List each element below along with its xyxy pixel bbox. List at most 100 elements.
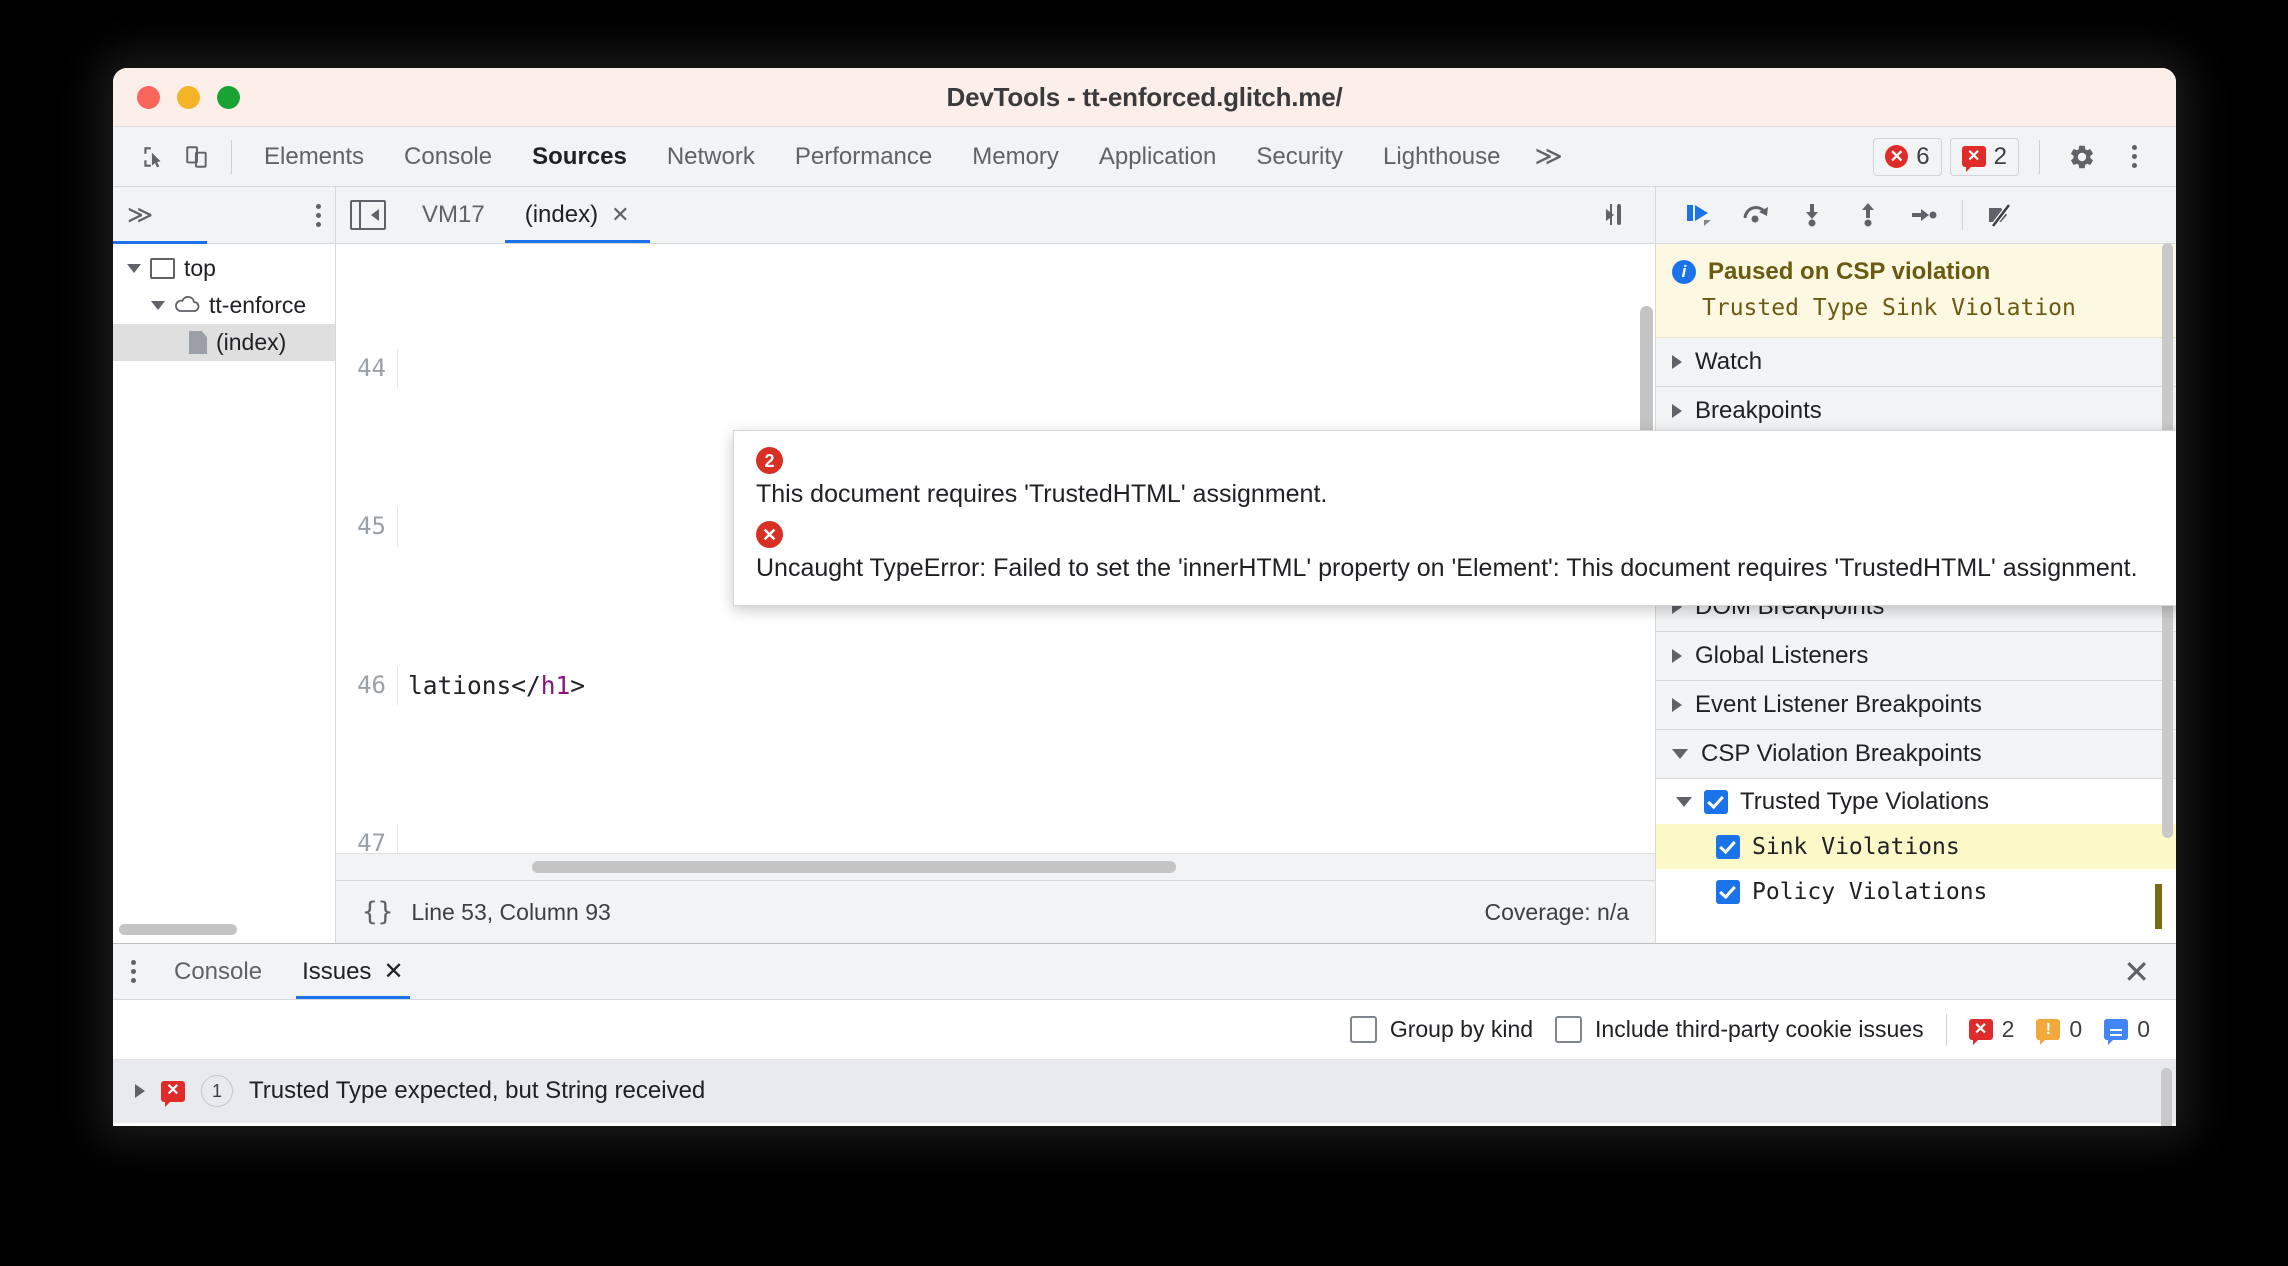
tab-sources[interactable]: Sources: [512, 127, 647, 186]
inspect-cursor-icon[interactable]: [131, 135, 175, 179]
navigator-kebab-menu-icon[interactable]: [316, 203, 321, 227]
close-drawer-icon[interactable]: ✕: [2123, 953, 2176, 991]
include-third-party-cookie-issues-checkbox[interactable]: Include third-party cookie issues: [1555, 1016, 1924, 1044]
close-icon[interactable]: ✕: [383, 957, 403, 986]
editor-tab-vm17[interactable]: VM17: [402, 187, 505, 243]
tab-performance[interactable]: Performance: [775, 127, 952, 186]
issues-vertical-scrollbar[interactable]: [2161, 1068, 2172, 1126]
frame-icon: [150, 258, 175, 279]
editor-tab-label: VM17: [422, 201, 485, 228]
tab-memory[interactable]: Memory: [952, 127, 1079, 186]
section-csp-violation-breakpoints[interactable]: CSP Violation Breakpoints: [1656, 730, 2176, 779]
section-label: Watch: [1695, 348, 1763, 375]
section-breakpoints[interactable]: Breakpoints: [1656, 387, 2176, 436]
drawer-tab-label: Issues: [302, 957, 372, 985]
group-by-kind-checkbox[interactable]: Group by kind: [1349, 1016, 1533, 1044]
drawer-tab-console[interactable]: Console: [154, 944, 282, 999]
tree-node-index[interactable]: (index): [113, 324, 335, 361]
section-label: CSP Violation Breakpoints: [1701, 740, 1982, 767]
pretty-print-icon[interactable]: {}: [362, 897, 393, 927]
checkbox-unchecked-icon[interactable]: [1555, 1016, 1583, 1044]
tree-node-domain[interactable]: tt-enforce: [113, 287, 335, 324]
file-tree: top tt-enforce (index): [113, 244, 335, 361]
issue-row[interactable]: ✕ 1 Trusted Type expected, but String re…: [113, 1060, 2176, 1123]
gear-icon[interactable]: [2060, 135, 2104, 179]
code-line: 46 lations</h1>: [336, 665, 1655, 706]
section-event-listener-breakpoints[interactable]: Event Listener Breakpoints: [1656, 681, 2176, 730]
section-global-listeners[interactable]: Global Listeners: [1656, 632, 2176, 681]
issues-badge[interactable]: ✕ 2: [1949, 137, 2019, 176]
breakpoint-sink-violations[interactable]: Sink Violations: [1656, 824, 2176, 869]
expand-triangle-icon[interactable]: [1672, 355, 1682, 369]
navigator-more-icon[interactable]: ≫: [127, 200, 153, 230]
collapse-triangle-icon[interactable]: [1676, 796, 1692, 807]
drawer-kebab-menu-icon[interactable]: [131, 960, 136, 984]
issues-toolbar-divider: [1945, 1013, 1947, 1046]
breakpoint-label: Policy Violations: [1752, 878, 1988, 905]
breakpoint-trusted-type-violations[interactable]: Trusted Type Violations: [1656, 779, 2176, 824]
editor-tab-index[interactable]: (index) ✕: [504, 187, 650, 243]
expand-triangle-icon[interactable]: [135, 1084, 145, 1098]
paused-title: Paused on CSP violation: [1708, 258, 1991, 285]
drawer-tab-issues[interactable]: Issues ✕: [282, 944, 423, 1000]
cloud-icon: [174, 292, 200, 319]
tab-console[interactable]: Console: [384, 127, 512, 186]
section-label: Event Listener Breakpoints: [1695, 691, 1982, 718]
expand-triangle-icon[interactable]: [1672, 404, 1682, 418]
checkbox-trusted-type-violations[interactable]: [1704, 789, 1728, 814]
issue-row[interactable]: ✕ 1 Trusted Type policy creation blocked…: [113, 1123, 2176, 1126]
breakpoint-label: Sink Violations: [1752, 833, 1960, 860]
error-bubble-icon: ✕: [161, 1080, 185, 1107]
tab-lighthouse[interactable]: Lighthouse: [1363, 127, 1520, 186]
step-over-icon[interactable]: [1732, 194, 1780, 236]
line-number: 44: [336, 348, 398, 389]
expand-triangle-icon[interactable]: [1672, 649, 1682, 663]
paused-banner: i Paused on CSP violation Trusted Type S…: [1656, 244, 2176, 338]
show-debugger-icon[interactable]: [1617, 204, 1621, 225]
line-number: 46: [336, 665, 398, 706]
cursor-position: Line 53, Column 93: [411, 898, 611, 925]
issue-title: Trusted Type expected, but String receiv…: [249, 1077, 706, 1104]
code-horizontal-scrollbar-track: [336, 853, 1655, 880]
step-into-icon[interactable]: [1788, 194, 1836, 236]
panel-tabs: Elements Console Sources Network Perform…: [244, 127, 1577, 186]
breakpoint-policy-violations[interactable]: Policy Violations: [1656, 869, 2176, 914]
close-icon[interactable]: ✕: [611, 202, 629, 228]
expand-triangle-icon[interactable]: [151, 301, 165, 310]
tab-network[interactable]: Network: [647, 127, 775, 186]
tab-elements[interactable]: Elements: [244, 127, 384, 186]
section-watch[interactable]: Watch: [1656, 338, 2176, 387]
kebab-menu-icon[interactable]: [2112, 135, 2156, 179]
screenshot-root: DevTools - tt-enforced.glitch.me/ Elemen…: [0, 0, 2288, 1266]
code-horizontal-scrollbar-thumb[interactable]: [532, 861, 1176, 873]
info-icon: i: [1672, 260, 1696, 284]
popover-message-1: This document requires 'TrustedHTML' ass…: [756, 480, 1328, 508]
step-out-icon[interactable]: [1844, 194, 1892, 236]
tab-security[interactable]: Security: [1236, 127, 1363, 186]
deactivate-breakpoints-icon[interactable]: [1977, 194, 2025, 236]
issues-info-count-group: 0: [2104, 1016, 2150, 1046]
collapse-triangle-icon[interactable]: [1672, 749, 1688, 759]
expand-triangle-icon[interactable]: [1672, 698, 1682, 712]
navigator-horizontal-scrollbar[interactable]: [119, 924, 237, 935]
resume-icon[interactable]: [1676, 194, 1724, 236]
step-icon[interactable]: [1900, 194, 1948, 236]
more-tabs-icon[interactable]: ≫: [1520, 141, 1576, 172]
device-toolbar-icon[interactable]: [175, 135, 219, 179]
show-navigator-icon[interactable]: [350, 200, 386, 230]
devtools-window: DevTools - tt-enforced.glitch.me/ Elemen…: [113, 68, 2176, 1126]
console-error-badge[interactable]: ✕ 6: [1873, 137, 1942, 176]
devtools-main-toolbar: Elements Console Sources Network Perform…: [113, 127, 2176, 187]
editor-tabbar: VM17 (index) ✕: [336, 187, 1655, 244]
checkbox-policy-violations[interactable]: [1716, 879, 1740, 904]
expand-triangle-icon[interactable]: [127, 264, 141, 273]
issues-info-count: 0: [2137, 1016, 2150, 1043]
checkbox-sink-violations[interactable]: [1716, 834, 1740, 859]
bottom-drawer: Console Issues ✕ ✕ Group by kind Include…: [113, 943, 2176, 1126]
tab-application[interactable]: Application: [1079, 127, 1236, 186]
code-token: h1: [540, 670, 571, 700]
tree-node-top[interactable]: top: [113, 250, 335, 287]
code-line: 44: [336, 348, 1655, 389]
checkbox-unchecked-icon[interactable]: [1349, 1016, 1377, 1044]
code-token: lations</: [408, 670, 541, 700]
